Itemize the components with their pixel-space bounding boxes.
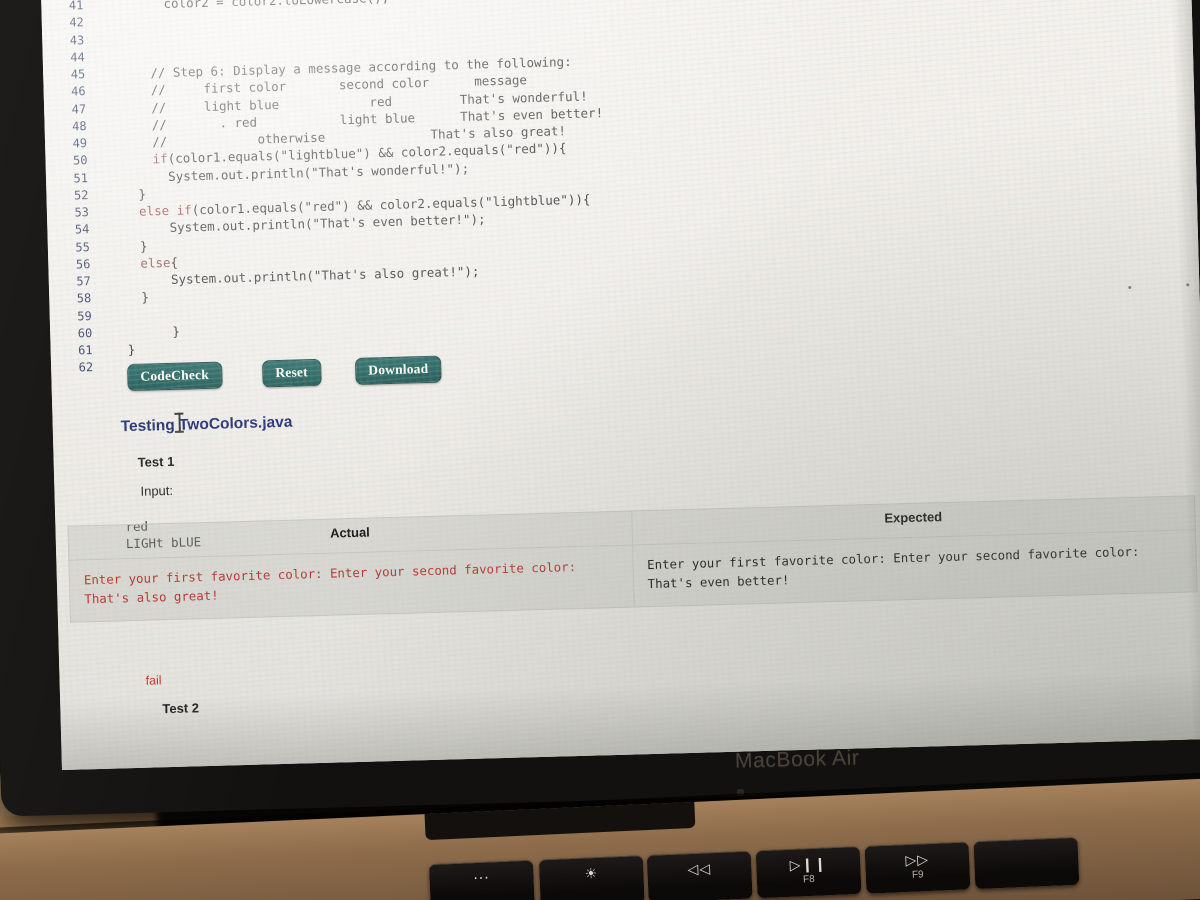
line-number: 58: [76, 291, 92, 306]
line-number: 43: [69, 32, 85, 48]
line-number: 49: [72, 136, 88, 151]
line-number: 48: [71, 118, 87, 134]
report-file-heading: Testing TwoColors.java: [120, 413, 293, 436]
key-glyph-icon: [974, 846, 1078, 850]
key-glyph-icon: ☀: [584, 865, 599, 883]
line-number: 53: [74, 205, 90, 220]
macbook-air-lid-label: MacBook Air: [734, 746, 860, 773]
line-number: 41: [68, 0, 84, 13]
line-number: 56: [75, 256, 91, 272]
line-number: 55: [75, 239, 91, 254]
status-badge: fail: [145, 673, 162, 688]
line-number: 54: [74, 222, 90, 237]
keyboard-key[interactable]: ☀: [538, 855, 645, 900]
reset-button[interactable]: Reset: [262, 358, 322, 388]
keyboard-key-f8[interactable]: ▷❙❙ F8: [755, 845, 862, 899]
code-text: }: [111, 323, 181, 341]
code-text: else{: [140, 254, 179, 271]
line-number: 51: [73, 170, 89, 185]
code-text: }: [109, 237, 148, 255]
code-text: }: [112, 341, 136, 358]
line-number: 59: [77, 308, 92, 323]
keyboard-key[interactable]: ···: [428, 859, 535, 900]
code-editor[interactable]: 41 color2 = color2.toLowerCase(); 42 43 44 4…: [41, 0, 1200, 378]
key-glyph-icon: ···: [473, 870, 491, 888]
code-text: }: [108, 186, 147, 203]
browser-page: 41 color2 = color2.toLowerCase(); 42 43 44 4…: [40, 0, 1200, 770]
line-number: 50: [72, 153, 88, 168]
comparison-table: Actual Expected Enter your first favorit…: [67, 495, 1198, 623]
laptop-display: 41 color2 = color2.toLowerCase(); 42 43 44 4…: [40, 0, 1200, 770]
line-number: 46: [71, 84, 86, 99]
input-label: Input:: [140, 482, 174, 499]
line-number: 61: [78, 343, 93, 358]
line-number: 57: [76, 274, 91, 289]
line-number: 45: [70, 67, 86, 82]
photograph-of-laptop: 41 color2 = color2.toLowerCase(); 42 43 44 4…: [0, 0, 1200, 900]
test-2-label: Test 2: [162, 700, 200, 717]
codecheck-button[interactable]: CodeCheck: [127, 361, 223, 392]
keyboard-key[interactable]: [973, 836, 1080, 890]
keyboard-key-f9[interactable]: ▷▷ F9: [864, 841, 971, 894]
download-button[interactable]: Download: [354, 355, 442, 385]
key-function-label: [974, 846, 1078, 850]
code-text: }: [111, 289, 150, 306]
line-number: 44: [70, 49, 85, 65]
dust-speck: [1128, 285, 1132, 289]
line-number: 62: [78, 360, 94, 375]
line-number: 60: [77, 325, 93, 341]
dust-speck: [1186, 283, 1190, 287]
test-1-label: Test 1: [137, 453, 175, 470]
key-glyph-icon: ◁◁: [687, 861, 712, 879]
keyboard-key[interactable]: ◁◁: [646, 850, 753, 900]
line-number: 47: [71, 101, 87, 116]
line-number: 52: [73, 187, 89, 203]
line-number: 42: [69, 15, 84, 30]
